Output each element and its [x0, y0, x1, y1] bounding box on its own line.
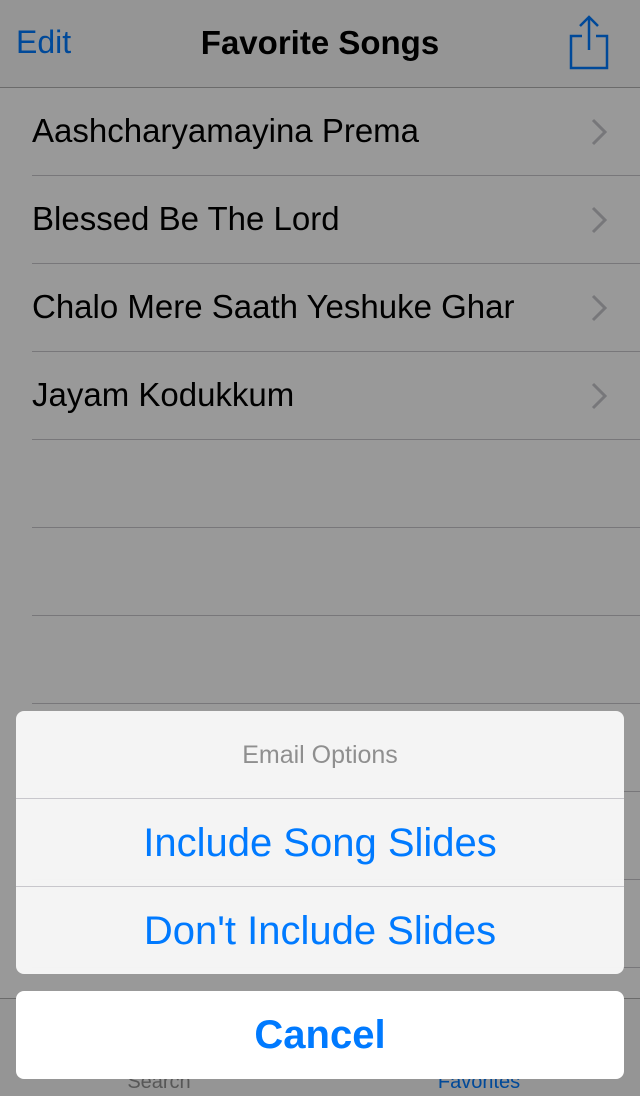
dont-include-slides-button[interactable]: Don't Include Slides	[16, 887, 624, 974]
action-sheet: Email Options Include Song Slides Don't …	[16, 711, 624, 974]
cancel-button[interactable]: Cancel	[16, 991, 624, 1079]
include-song-slides-button[interactable]: Include Song Slides	[16, 799, 624, 887]
favorites-screen: Edit Favorite Songs Aashcharyamayina Pre…	[0, 0, 640, 1096]
action-sheet-title: Email Options	[16, 711, 624, 799]
